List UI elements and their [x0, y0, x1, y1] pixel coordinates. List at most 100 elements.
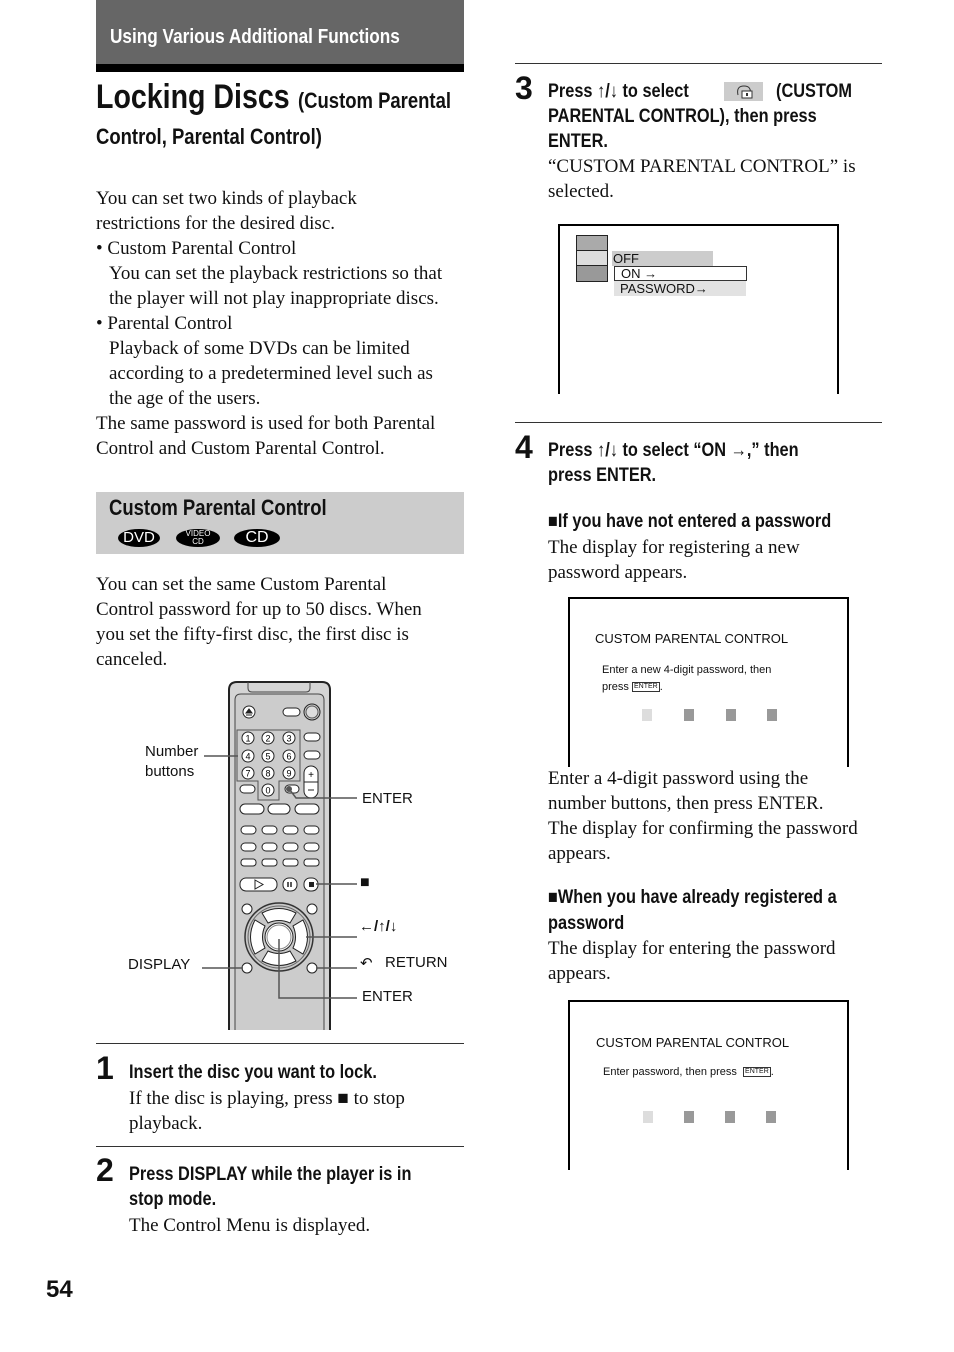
- callout-enter-top: ENTER: [362, 790, 413, 807]
- right-arrow-button: [292, 919, 308, 955]
- section-banner: Using Various Additional Functions: [96, 0, 464, 64]
- section-title: Using Various Additional Functions: [110, 26, 400, 48]
- intro-line: restrictions for the desired disc.: [96, 213, 336, 234]
- step-heading: Press ↑/↓ to select: [548, 81, 689, 102]
- toolbox-icon: [577, 236, 607, 251]
- step-heading: PARENTAL CONTROL), then press: [548, 106, 817, 127]
- osd-prompt-line2: press ENTER.: [602, 681, 663, 693]
- step-heading: Insert the disc you want to lock.: [129, 1062, 377, 1083]
- callout-number-buttons: Number: [145, 743, 199, 760]
- callout-display: DISPLAY: [128, 956, 191, 973]
- step-heading: ENTER.: [548, 131, 608, 152]
- pause-button: [282, 877, 298, 892]
- number-key-label: 2: [265, 734, 270, 744]
- case-body-line: The display for confirming the password: [548, 818, 858, 839]
- stop-button: [303, 877, 319, 892]
- osd-option-password[interactable]: PASSWORD→: [614, 281, 746, 296]
- step-heading: press ENTER.: [548, 465, 657, 486]
- osd-option-on-selected[interactable]: ON →: [614, 266, 747, 281]
- callout-return: RETURN: [385, 954, 448, 971]
- remote-function-button: [303, 842, 320, 852]
- number-key-9: [282, 766, 296, 780]
- banner-rule: [96, 64, 464, 72]
- page-title-subtitle-continued: Control, Parental Control): [96, 124, 322, 149]
- step-number: 4: [515, 429, 533, 465]
- remote-inner-panel: [234, 693, 325, 1030]
- number-key-label: 4: [245, 752, 250, 762]
- number-key-1: [241, 731, 255, 745]
- password-digit-slot: [684, 709, 694, 721]
- bullet-detail: the player will not play inappropriate d…: [109, 288, 439, 309]
- case-body: The display for entering the password ap…: [548, 936, 836, 986]
- page-number: 54: [46, 1276, 73, 1303]
- step-divider: [515, 63, 882, 64]
- step-body: If the disc is playing, press ■ to stop …: [129, 1086, 405, 1136]
- password-digit-slot: [643, 1111, 653, 1123]
- osd-enter-password: CUSTOM PARENTAL CONTROL Enter password, …: [568, 1000, 849, 1170]
- step-divider: [96, 1043, 464, 1044]
- callout-enter-bottom: ENTER: [362, 988, 413, 1005]
- number-key-label: 8: [265, 769, 270, 779]
- number-keys: 1 2 3 4 5 6 7 8 9 0: [241, 731, 296, 797]
- intro-closing: Control and Custom Parental Control.: [96, 438, 385, 459]
- case-body-line: password appears.: [548, 562, 688, 583]
- number-key-label: 1: [245, 734, 250, 744]
- step-body-line: selected.: [548, 181, 614, 202]
- osd-new-password: CUSTOM PARENTAL CONTROL Enter a new 4-di…: [568, 597, 849, 767]
- remote-oval-button: [282, 707, 301, 717]
- case-body-line: The display for registering a new: [548, 537, 800, 558]
- osd-prompt-text: press: [602, 681, 629, 693]
- custom-parental-heading: Custom Parental Control: [109, 495, 327, 520]
- number-key-3: [282, 731, 296, 745]
- case-body-line: The display for entering the password: [548, 938, 836, 959]
- remote-function-button: [282, 842, 299, 852]
- callout-number-buttons-2: buttons: [145, 763, 195, 780]
- number-key-label: 0: [265, 786, 270, 796]
- page-title-subtitle: (Custom Parental: [298, 88, 452, 113]
- volume-rocker: [303, 765, 319, 799]
- skip-scan-button: [261, 858, 278, 867]
- callout-arrow-icons: ←/↑/↓: [359, 918, 398, 935]
- case-heading-existing-password-2: password: [548, 913, 625, 934]
- desc-line: You can set the same Custom Parental: [96, 574, 387, 595]
- password-digit-slot: [684, 1111, 694, 1123]
- step-heading: Press DISPLAY while the player is in: [129, 1164, 412, 1185]
- osd-option-off[interactable]: OFF: [612, 251, 713, 266]
- number-key-label: 6: [286, 752, 291, 762]
- number-key-label: 7: [245, 769, 250, 779]
- power-button: [303, 703, 321, 721]
- page-title-main: Locking Discs: [96, 78, 290, 116]
- parental-setting-icon: [577, 266, 607, 281]
- number-key-6: [282, 749, 296, 763]
- case-body-line: appears.: [548, 843, 611, 864]
- step-body-line: The Control Menu is displayed.: [129, 1215, 371, 1236]
- down-arrow-button: [261, 950, 297, 966]
- case-body: The display for registering a new passwo…: [548, 535, 800, 585]
- step-number: 3: [515, 70, 533, 106]
- step-heading: stop mode.: [129, 1189, 217, 1210]
- intro-line: You can set two kinds of playback: [96, 188, 357, 209]
- return-button: [306, 962, 318, 974]
- skip-scan-button: [240, 858, 257, 867]
- play-button: [239, 877, 278, 892]
- cd-badge-icon: CD: [234, 529, 280, 547]
- number-key-label: 9: [286, 769, 291, 779]
- osd-title: CUSTOM PARENTAL CONTROL: [596, 1035, 790, 1050]
- remote-function-button: [240, 825, 257, 835]
- bullet-custom-parental: • Custom Parental Control: [96, 238, 297, 259]
- enter-button-top: [284, 784, 300, 794]
- enter-key-icon: ENTER: [743, 1067, 771, 1078]
- step-number: 1: [96, 1050, 114, 1086]
- remote-function-button: [261, 825, 278, 835]
- case-heading-existing-password: ■When you have already registered a: [548, 887, 837, 908]
- number-key-4: [241, 749, 255, 763]
- enter-key-icon: ENTER: [631, 682, 660, 693]
- case-heading-new-password: ■If you have not entered a password: [548, 511, 832, 532]
- number-key-2: [261, 731, 275, 745]
- up-arrow-button: [261, 908, 297, 924]
- intro-closing: The same password is used for both Paren…: [96, 413, 436, 434]
- step-body-line: If the disc is playing, press ■ to stop: [129, 1088, 405, 1109]
- number-key-group: [236, 729, 301, 801]
- remote-function-button: [303, 825, 320, 835]
- remote-function-button: [282, 825, 299, 835]
